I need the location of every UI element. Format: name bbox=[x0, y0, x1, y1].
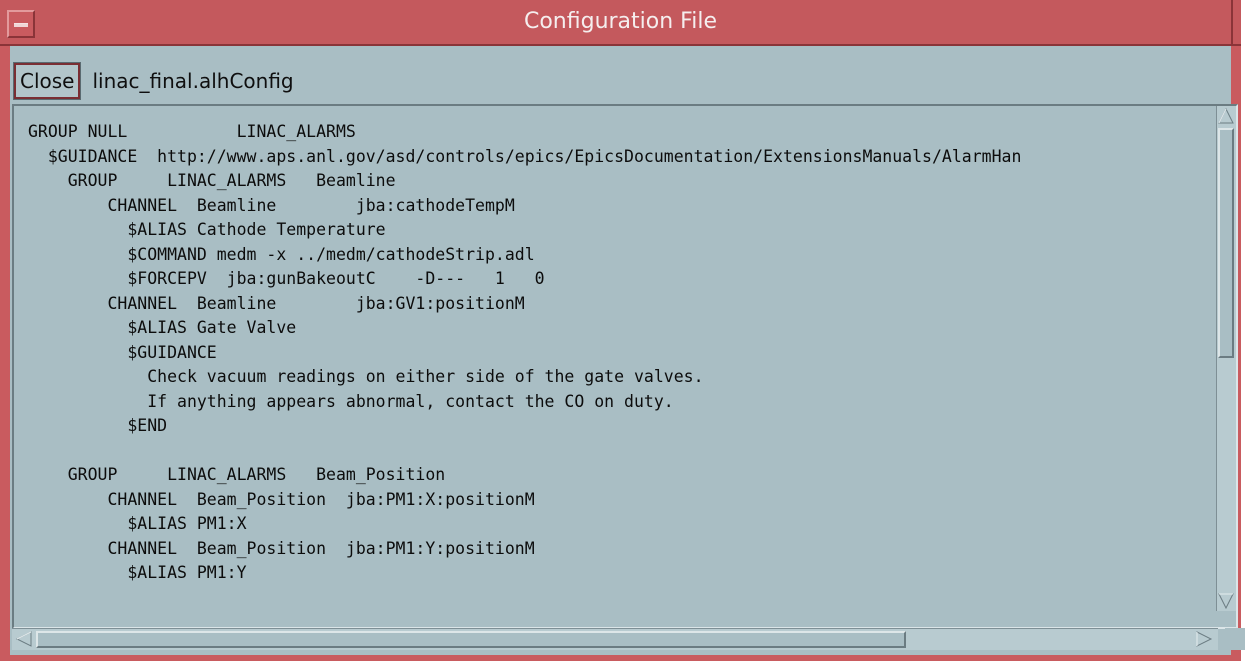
scrollbar-corner bbox=[1225, 628, 1245, 650]
window-menu-icon bbox=[14, 23, 28, 27]
file-name-label: linac_final.alhConfig bbox=[92, 69, 294, 93]
file-text-area[interactable]: GROUP NULL LINAC_ALARMS $GUIDANCE http:/… bbox=[12, 104, 1238, 629]
scroll-down-arrow-icon[interactable] bbox=[1217, 591, 1235, 611]
scroll-up-arrow-icon[interactable] bbox=[1217, 106, 1235, 126]
scroll-left-arrow-icon[interactable] bbox=[14, 630, 34, 648]
vertical-scrollbar[interactable] bbox=[1216, 106, 1236, 611]
window-title: Configuration File bbox=[523, 9, 717, 34]
title-bar[interactable]: Configuration File bbox=[0, 0, 1241, 46]
toolbar: Close linac_final.alhConfig bbox=[12, 62, 294, 100]
vertical-scroll-thumb[interactable] bbox=[1218, 128, 1234, 358]
horizontal-scrollbar[interactable] bbox=[12, 628, 1218, 650]
window-menu-button[interactable] bbox=[7, 10, 35, 38]
close-button[interactable]: Close bbox=[12, 62, 82, 100]
window-corner bbox=[1231, 0, 1241, 44]
file-content[interactable]: GROUP NULL LINAC_ALARMS $GUIDANCE http:/… bbox=[28, 120, 1208, 615]
scroll-right-arrow-icon[interactable] bbox=[1194, 630, 1214, 648]
horizontal-scroll-thumb[interactable] bbox=[36, 631, 906, 648]
